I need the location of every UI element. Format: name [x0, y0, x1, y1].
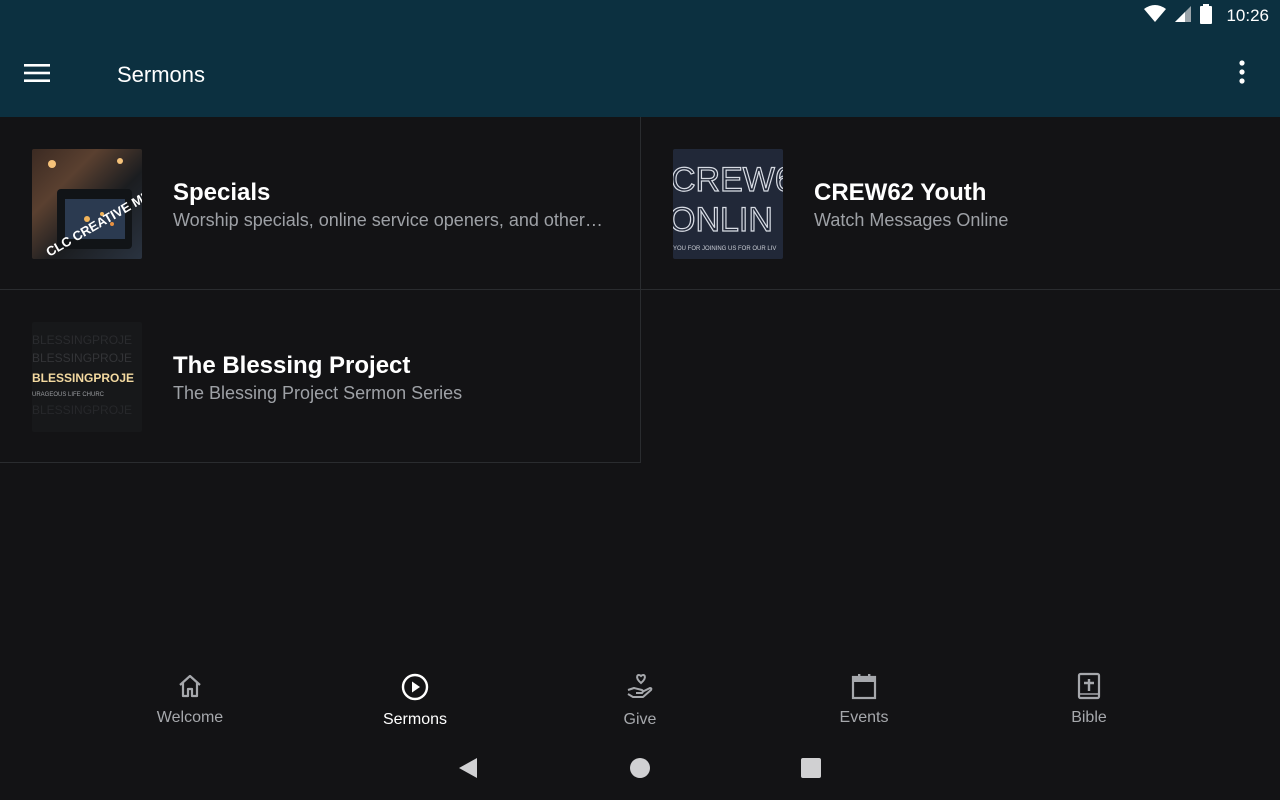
nav-label: Give — [623, 711, 657, 728]
series-title: The Blessing Project — [173, 352, 411, 379]
recents-button[interactable] — [797, 756, 825, 784]
status-time: 10:26 — [1226, 6, 1269, 25]
nav-bible[interactable]: Bible — [1019, 672, 1159, 736]
overflow-menu-button[interactable] — [1230, 58, 1254, 90]
bottom-navigation: Welcome Sermons Give Events Bible — [0, 660, 1280, 740]
series-card-blessing-project[interactable]: BLESSINGPROJE BLESSINGPROJE BLESSINGPROJ… — [0, 290, 641, 463]
menu-button[interactable] — [24, 60, 72, 90]
battery-icon — [1200, 3, 1213, 29]
nav-label: Welcome — [156, 709, 224, 726]
page-title: Sermons — [117, 62, 206, 87]
nav-label: Bible — [1071, 709, 1107, 726]
system-navigation-bar — [0, 740, 1280, 800]
thumb-line-2: URAGEOUS LIFE CHURC — [32, 392, 105, 398]
cell-signal-icon — [1174, 5, 1192, 28]
thumb-line-1: CREW6 — [673, 161, 783, 199]
series-subtitle: Watch Messages Online — [814, 210, 1009, 230]
recents-square-icon — [800, 757, 822, 784]
home-button[interactable] — [626, 756, 654, 784]
nav-label: Sermons — [382, 711, 448, 728]
back-button[interactable] — [454, 756, 482, 784]
status-bar: 10:26 — [0, 0, 1280, 32]
nav-events[interactable]: Events — [794, 672, 934, 736]
thumb-line-2: ONLIN — [673, 201, 773, 239]
thumb-echo-1: BLESSINGPROJE — [32, 333, 132, 347]
give-hand-heart-icon — [625, 672, 655, 707]
home-icon — [176, 672, 204, 705]
more-vert-icon — [1239, 59, 1245, 89]
thumb-echo-3: BLESSINGPROJE — [32, 403, 132, 417]
wifi-icon — [1144, 4, 1167, 28]
series-subtitle: Worship specials, online service openers… — [173, 210, 603, 230]
thumb-line-1: BLESSINGPROJE — [32, 371, 134, 385]
nav-welcome[interactable]: Welcome — [120, 672, 260, 736]
thumb-line-3: YOU FOR JOINING US FOR OUR LIV — [673, 246, 776, 252]
series-thumbnail: CREW6 ONLIN YOU FOR JOINING US FOR OUR L… — [673, 149, 783, 259]
thumb-echo-2: BLESSINGPROJE — [32, 351, 132, 365]
nav-label: Events — [839, 709, 889, 726]
nav-give[interactable]: Give — [570, 672, 710, 736]
series-thumbnail: BLESSINGPROJE BLESSINGPROJE BLESSINGPROJ… — [32, 322, 142, 432]
series-title: CREW62 Youth — [814, 179, 987, 206]
play-circle-icon — [400, 672, 430, 707]
calendar-icon — [850, 672, 878, 705]
home-circle-icon — [629, 757, 651, 784]
series-card-crew62-youth[interactable]: CREW6 ONLIN YOU FOR JOINING US FOR OUR L… — [641, 117, 1280, 290]
hamburger-menu-icon — [24, 63, 50, 87]
app-bar: Sermons — [0, 32, 1280, 117]
series-subtitle: The Blessing Project Sermon Series — [173, 383, 463, 403]
nav-sermons[interactable]: Sermons — [345, 672, 485, 736]
series-title: Specials — [173, 179, 271, 206]
series-card-specials[interactable]: CLC CREATIVE MEDIA Specials Worship spec… — [0, 117, 641, 290]
back-triangle-icon — [457, 756, 479, 785]
bible-icon — [1075, 672, 1103, 705]
series-thumbnail: CLC CREATIVE MEDIA — [32, 149, 142, 259]
